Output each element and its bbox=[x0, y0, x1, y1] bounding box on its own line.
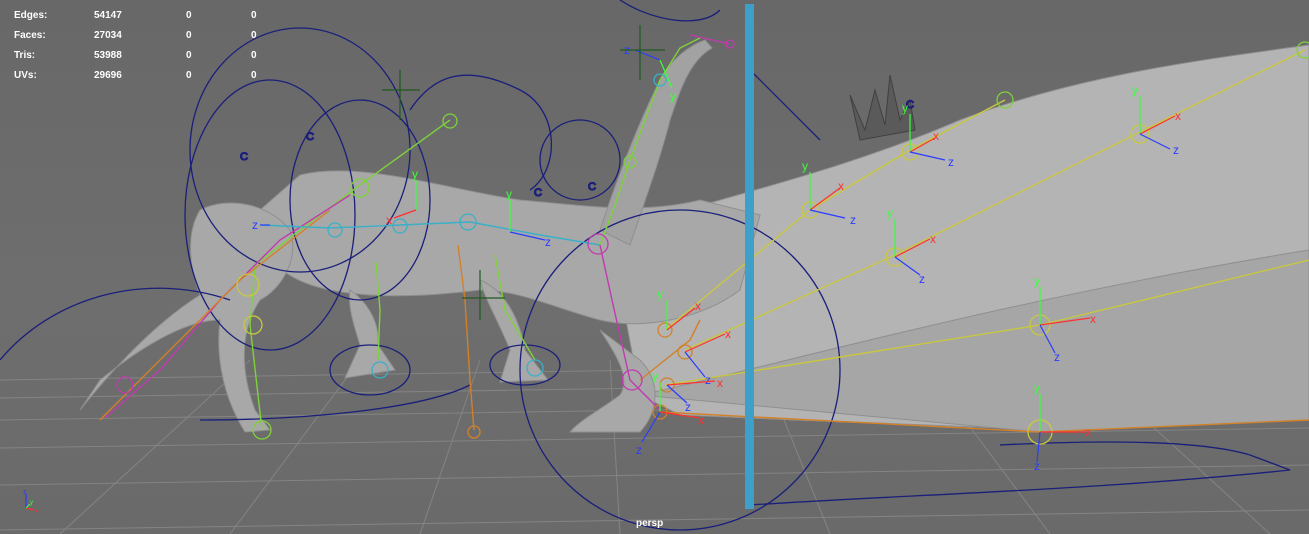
svg-text:z: z bbox=[705, 373, 711, 387]
hud-value: 0 bbox=[186, 30, 192, 41]
hud-value: 27034 bbox=[94, 30, 122, 41]
svg-text:z: z bbox=[252, 218, 258, 232]
svg-text:z: z bbox=[919, 272, 925, 286]
3d-scene[interactable]: C C C C C yxz yxz yxz yxz yxz yxz yxz yx… bbox=[0, 0, 1309, 534]
svg-text:x: x bbox=[1090, 312, 1096, 326]
hud-value: 0 bbox=[186, 50, 192, 61]
hud-value: 54147 bbox=[94, 10, 122, 21]
hud-label: Edges: bbox=[14, 10, 48, 21]
hud-label: UVs: bbox=[14, 70, 37, 81]
svg-text:y: y bbox=[412, 167, 418, 181]
svg-text:x: x bbox=[838, 179, 844, 193]
svg-text:y: y bbox=[1034, 381, 1040, 395]
view-axis-icon: z x y bbox=[23, 489, 39, 515]
svg-text:y: y bbox=[30, 500, 33, 506]
svg-text:z: z bbox=[23, 489, 27, 496]
svg-text:x: x bbox=[930, 232, 936, 246]
svg-text:x: x bbox=[725, 327, 731, 341]
svg-text:y: y bbox=[506, 187, 512, 201]
dragon-front-leg[interactable] bbox=[344, 289, 396, 379]
curve-label-c1: C bbox=[240, 151, 248, 163]
svg-text:x: x bbox=[35, 508, 39, 515]
locator-1[interactable] bbox=[382, 70, 420, 120]
curve-label-c2: C bbox=[306, 131, 314, 143]
svg-text:x: x bbox=[933, 129, 939, 143]
hud-value: 0 bbox=[186, 70, 192, 81]
joint-snout[interactable] bbox=[116, 376, 134, 394]
svg-text:y: y bbox=[802, 159, 808, 173]
maya-viewport[interactable]: C C C C C y x z y x z y x z y x z y x z … bbox=[0, 0, 1309, 534]
hud-value: 0 bbox=[251, 10, 257, 21]
svg-text:x: x bbox=[386, 213, 392, 227]
svg-text:z: z bbox=[850, 213, 856, 227]
hud-value: 53988 bbox=[94, 50, 122, 61]
svg-text:y: y bbox=[670, 89, 676, 103]
viewport-splitter-handle[interactable] bbox=[745, 4, 754, 509]
svg-text:z: z bbox=[636, 443, 642, 457]
joint-neck2[interactable] bbox=[442, 113, 458, 129]
svg-text:x: x bbox=[1085, 425, 1091, 439]
svg-text:x: x bbox=[1175, 109, 1181, 123]
hud-label: Faces: bbox=[14, 30, 46, 41]
control-curve-wing[interactable] bbox=[749, 441, 1291, 506]
svg-text:z: z bbox=[1034, 459, 1040, 473]
svg-text:y: y bbox=[657, 287, 663, 301]
svg-text:y: y bbox=[1034, 274, 1040, 288]
svg-text:y: y bbox=[887, 206, 893, 220]
svg-text:x: x bbox=[717, 376, 723, 390]
hud-value: 0 bbox=[251, 30, 257, 41]
svg-text:x: x bbox=[695, 299, 701, 313]
svg-text:y: y bbox=[652, 369, 658, 383]
camera-label: persp bbox=[636, 518, 664, 529]
svg-text:z: z bbox=[1054, 350, 1060, 364]
control-curve-tail-top[interactable] bbox=[619, 0, 721, 22]
control-curve-wing-upper[interactable] bbox=[749, 69, 821, 141]
svg-text:z: z bbox=[685, 400, 691, 414]
curve-label-c3: C bbox=[534, 187, 542, 199]
hud-value: 0 bbox=[251, 70, 257, 81]
svg-text:x: x bbox=[698, 413, 704, 427]
control-curve-spine-arc[interactable] bbox=[409, 74, 552, 191]
curve-label-c4: C bbox=[588, 181, 596, 193]
hud-label: Tris: bbox=[14, 50, 36, 61]
svg-text:y: y bbox=[902, 101, 908, 115]
svg-text:z: z bbox=[948, 155, 954, 169]
svg-text:y: y bbox=[1132, 83, 1138, 97]
svg-text:z: z bbox=[1173, 143, 1179, 157]
hud-value: 0 bbox=[186, 10, 192, 21]
hud-value: 29696 bbox=[94, 70, 122, 81]
svg-text:z: z bbox=[545, 235, 551, 249]
hud-value: 0 bbox=[251, 50, 257, 61]
control-curve-torso[interactable] bbox=[539, 119, 621, 201]
dragon-mesh[interactable] bbox=[79, 39, 1309, 433]
